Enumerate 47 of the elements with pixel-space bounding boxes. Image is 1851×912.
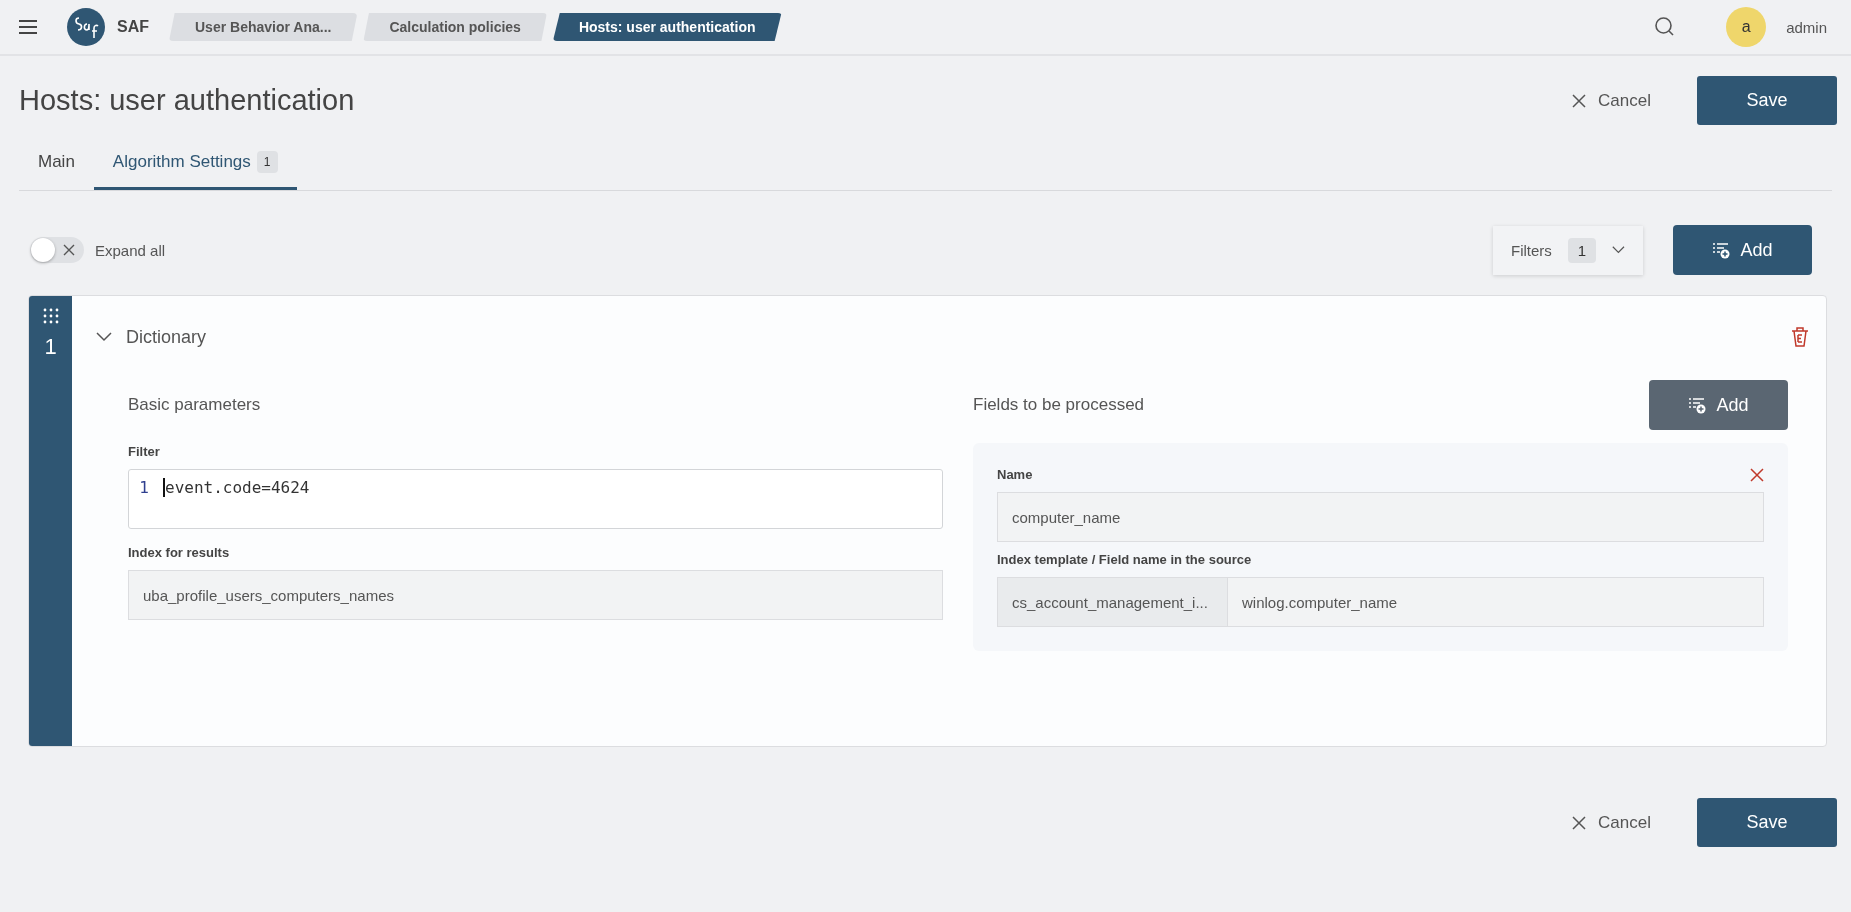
cross-icon xyxy=(63,244,75,256)
save-button[interactable]: Save xyxy=(1697,76,1837,125)
input-field[interactable]: winlog.computer_name xyxy=(1227,577,1764,627)
breadcrumb[interactable]: Hosts: user authentication xyxy=(552,13,782,41)
add-list-icon xyxy=(1688,396,1707,414)
line-number: 1 xyxy=(138,478,149,497)
field-label: Name xyxy=(997,467,1033,482)
breadcrumb[interactable]: User Behavior Ana... xyxy=(169,13,358,41)
close-icon xyxy=(1572,93,1587,108)
grip-icon[interactable] xyxy=(42,308,59,324)
breadcrumb[interactable]: Calculation policies xyxy=(363,13,547,41)
close-icon[interactable] xyxy=(1750,467,1764,482)
count-badge: 1 xyxy=(256,151,278,173)
code-editor[interactable]: 1 event.code=4624 xyxy=(128,469,943,529)
user-avatar[interactable]: a xyxy=(1726,7,1767,47)
field-label: Index template / Field name in the source xyxy=(997,552,1253,567)
section-heading: Basic parameters xyxy=(128,395,261,415)
tab[interactable]: Algorithm Settings 1 xyxy=(93,137,297,190)
app-name: SAF xyxy=(117,18,149,36)
tab[interactable]: Main xyxy=(19,137,94,190)
toggle-switch[interactable] xyxy=(30,237,84,263)
input-field[interactable]: computer_name xyxy=(997,492,1764,542)
user-name: admin xyxy=(1786,18,1827,36)
toggle-label: Expand all xyxy=(95,241,166,259)
add-field-button[interactable]: Add xyxy=(1649,380,1788,430)
save-button[interactable]: Save xyxy=(1697,798,1837,847)
chevron-down-icon xyxy=(1612,245,1625,255)
code-text: event.code=4624 xyxy=(163,478,310,497)
filters-dropdown[interactable]: Filters 1 xyxy=(1493,225,1643,275)
chevron-icon xyxy=(96,332,112,342)
page-title: Hosts: user authentication xyxy=(19,84,356,117)
section-heading: Fields to be processed xyxy=(973,395,1145,415)
drag-handle[interactable]: 1 xyxy=(29,296,72,746)
add-list-icon xyxy=(1712,241,1731,259)
item-number: 1 xyxy=(44,334,57,360)
cancel-button[interactable]: Cancel xyxy=(1566,89,1657,112)
menu-icon[interactable] xyxy=(18,19,38,35)
add-button[interactable]: Add xyxy=(1673,225,1812,275)
field-label: Filter xyxy=(128,444,161,459)
template-select[interactable]: cs_account_management_i... xyxy=(997,577,1227,627)
field-label: Index for results xyxy=(128,545,231,560)
logo-icon xyxy=(67,8,105,46)
cancel-button[interactable]: Cancel xyxy=(1566,811,1657,834)
section-header[interactable]: Dictionary xyxy=(90,325,213,349)
close-icon xyxy=(1572,815,1587,830)
input-field[interactable]: uba_profile_users_computers_names xyxy=(128,570,943,620)
delete-icon[interactable] xyxy=(1790,326,1810,348)
